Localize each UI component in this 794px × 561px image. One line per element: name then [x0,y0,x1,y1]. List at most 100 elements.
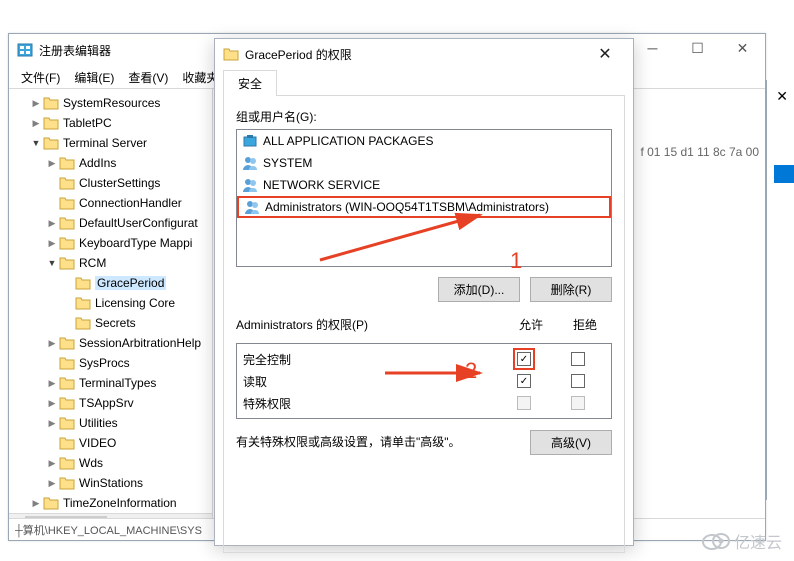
tree-item[interactable]: AddIns [9,153,212,173]
registry-tree: SystemResources TabletPC Terminal Server Ad… [9,89,212,513]
group-item-label: SYSTEM [263,156,312,170]
deny-checkbox [571,396,585,410]
tree-item-label: Wds [79,456,103,470]
dialog-close-button[interactable]: ✕ [585,41,625,67]
allow-checkbox[interactable] [517,374,531,388]
tree-item[interactable]: WinStations [9,473,212,493]
menu-edit[interactable]: 编辑(E) [68,67,120,88]
tree-item[interactable]: SessionArbitrationHelp [9,333,212,353]
tree-item[interactable]: VIDEO [9,433,212,453]
deny-checkbox[interactable] [571,374,585,388]
tree-item[interactable]: TimeZoneInformation [9,493,212,513]
chevron-right-icon[interactable] [45,218,59,229]
folder-icon [43,116,59,130]
deny-checkbox[interactable] [571,352,585,366]
tree-item[interactable]: RCM [9,253,212,273]
annotation-2: 2 [465,358,477,384]
watermark: 亿速云 [702,529,782,553]
tree-item[interactable]: TSAppSrv [9,393,212,413]
tree-item[interactable]: TabletPC [9,113,212,133]
permission-deny-cell [551,396,605,410]
tree-item-label: TerminalTypes [79,376,156,390]
scroll-thumb[interactable] [25,516,107,518]
allow-checkbox[interactable] [517,352,531,366]
tree-item-label: Secrets [95,316,136,330]
chevron-right-icon[interactable] [45,378,59,389]
tree-item-label: DefaultUserConfigurat [79,216,198,230]
advanced-button[interactable]: 高级(V) [530,430,612,455]
secondary-close-icon[interactable]: ✕ [776,88,788,105]
tree-horizontal-scrollbar[interactable]: ◀ ▶ [9,513,212,518]
regedit-icon [17,42,33,58]
remove-button[interactable]: 删除(R) [530,277,612,302]
tree-item[interactable]: DefaultUserConfigurat [9,213,212,233]
dialog-titlebar[interactable]: GracePeriod 的权限 ✕ [215,39,633,69]
group-list-item[interactable]: SYSTEM [237,152,611,174]
group-list-item[interactable]: NETWORK SERVICE [237,174,611,196]
users-icon [241,155,259,171]
tree-item-label: ClusterSettings [79,176,160,190]
folder-icon [59,356,75,370]
chevron-right-icon[interactable] [45,418,59,429]
folder-icon [43,136,59,150]
minimize-button[interactable]: ─ [630,34,675,62]
tree-item-label: WinStations [79,476,143,490]
tree-item[interactable]: Licensing Core [9,293,212,313]
add-button[interactable]: 添加(D)... [438,277,520,302]
tree-item-label: SystemResources [63,96,160,110]
tree-item[interactable]: Terminal Server [9,133,212,153]
group-list-item[interactable]: ALL APPLICATION PACKAGES [237,130,611,152]
status-path: ┼算机\HKEY_LOCAL_MACHINE\SYS [15,522,202,538]
registry-tree-pane[interactable]: SystemResources TabletPC Terminal Server Ad… [9,89,213,518]
scroll-right-button[interactable]: ▶ [196,514,212,518]
scroll-left-button[interactable]: ◀ [9,514,25,518]
tree-item[interactable]: SystemResources [9,93,212,113]
folder-icon [59,436,75,450]
permissions-dialog: GracePeriod 的权限 ✕ 安全 组或用户名(G): ALL APPLI… [214,38,634,546]
users-icon [243,199,261,215]
menu-view[interactable]: 查看(V) [122,67,174,88]
chevron-right-icon[interactable] [45,398,59,409]
chevron-right-icon[interactable] [29,118,43,129]
chevron-right-icon[interactable] [29,498,43,509]
tree-item[interactable]: ClusterSettings [9,173,212,193]
tree-item[interactable]: KeyboardType Mappi [9,233,212,253]
column-allow: 允许 [504,316,558,337]
chevron-right-icon[interactable] [45,458,59,469]
folder-icon [59,236,75,250]
folder-icon [59,416,75,430]
menu-file[interactable]: 文件(F) [15,67,66,88]
tree-item-label: AddIns [79,156,116,170]
permission-deny-cell [551,374,605,388]
permission-name: 特殊权限 [243,395,497,412]
tree-item-label: TabletPC [63,116,112,130]
chevron-right-icon[interactable] [45,338,59,349]
chevron-right-icon[interactable] [45,238,59,249]
tree-item[interactable]: TerminalTypes [9,373,212,393]
group-users-label: 组或用户名(G): [236,108,612,125]
tree-item[interactable]: SysProcs [9,353,212,373]
annotation-arrow-2 [380,360,500,386]
tree-item[interactable]: ConnectionHandler [9,193,212,213]
close-button[interactable]: ✕ [720,34,765,62]
tree-item[interactable]: GracePeriod [9,273,212,293]
chevron-right-icon[interactable] [29,98,43,109]
tree-item[interactable]: Secrets [9,313,212,333]
tab-security[interactable]: 安全 [223,70,277,96]
main-title: 注册表编辑器 [39,42,111,59]
tree-item[interactable]: Utilities [9,413,212,433]
chevron-down-icon[interactable] [29,138,43,148]
secondary-window [766,80,794,500]
folder-icon [43,496,59,510]
folder-icon [59,156,75,170]
maximize-button[interactable]: ☐ [675,34,720,62]
tree-item-label: Terminal Server [63,136,147,150]
permission-allow-cell [497,352,551,366]
chevron-right-icon[interactable] [45,158,59,169]
chevron-right-icon[interactable] [45,478,59,489]
group-item-label: NETWORK SERVICE [263,178,380,192]
permission-row: 特殊权限 [237,392,611,414]
secondary-selection [774,165,794,183]
tree-item[interactable]: Wds [9,453,212,473]
chevron-down-icon[interactable] [45,258,59,268]
